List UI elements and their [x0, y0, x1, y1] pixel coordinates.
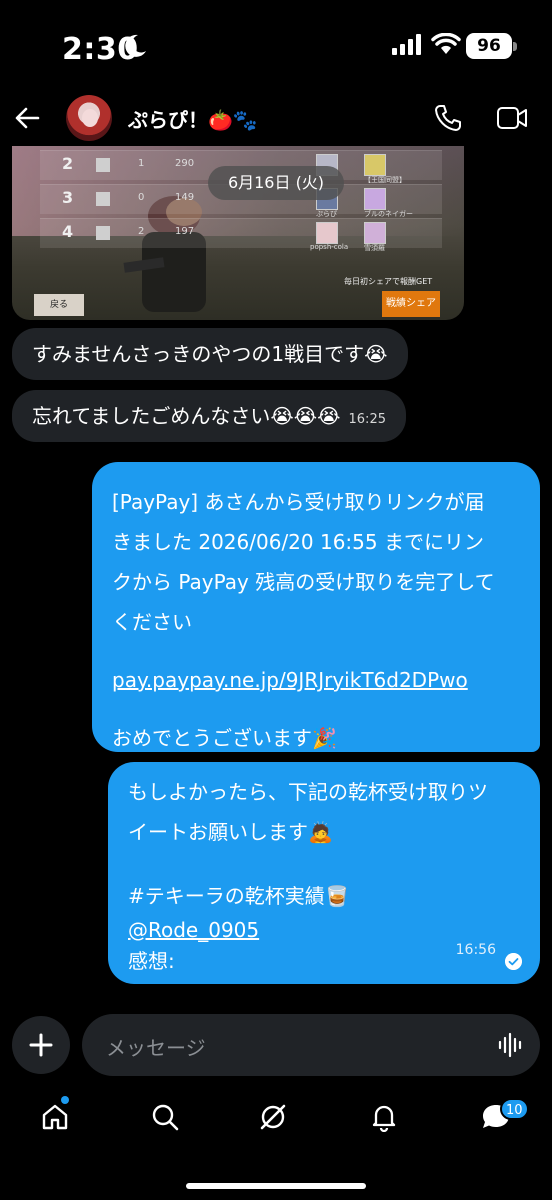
message-timestamp: 16:56	[455, 942, 496, 958]
paypay-link[interactable]: pay.paypay.ne.jp/9JRJryikT6d2DPwo	[112, 668, 468, 692]
home-indicator[interactable]	[186, 1183, 366, 1189]
incoming-message[interactable]: すみませんさっきのやつの1戦目です😭	[12, 328, 408, 380]
bottom-navigation: 10	[0, 1090, 552, 1154]
moon-icon	[125, 34, 146, 57]
grok-icon[interactable]	[258, 1102, 288, 1132]
search-icon[interactable]	[150, 1102, 180, 1132]
battery-indicator: 96	[466, 33, 518, 59]
notifications-bell-icon[interactable]	[369, 1102, 399, 1132]
avatar[interactable]	[66, 95, 112, 141]
message-text: 忘れてましたごめんなさい😭😭😭	[32, 404, 341, 428]
back-arrow-icon[interactable]	[12, 102, 44, 134]
conversation-header: ぷらぴ！🍅🐾	[0, 90, 552, 146]
message-input[interactable]: メッセージ	[82, 1014, 540, 1076]
message-input-placeholder: メッセージ	[106, 1036, 206, 1060]
add-attachment-button[interactable]	[12, 1016, 70, 1074]
mention-link[interactable]: @Rode_0905	[128, 918, 259, 942]
plus-icon	[29, 1033, 53, 1057]
video-call-icon[interactable]	[496, 104, 528, 132]
hashtag-link[interactable]: #テキーラの乾杯実績🥃	[128, 884, 350, 908]
messages-unread-badge: 10	[500, 1098, 529, 1120]
message-timestamp: 16:25	[348, 412, 386, 427]
incoming-message[interactable]: 忘れてましたごめんなさい😭😭😭 16:25	[12, 390, 406, 442]
chat-thread[interactable]: 2 1 290 【王国同盟】 3 0 149 ぷらぴ ブルのネイガー 4 2 1…	[0, 146, 552, 1006]
wifi-icon	[431, 33, 461, 54]
message-line: [PayPay] あさんから受け取りリンクが届	[112, 490, 485, 514]
read-check-icon	[505, 953, 522, 970]
cellular-signal-icon	[392, 34, 421, 55]
outgoing-message[interactable]: もしよかったら、下記の乾杯受け取りツ イートお願いします🙇 #テキーラの乾杯実績…	[108, 762, 540, 984]
battery-nub	[513, 42, 517, 51]
game-back-button: 戻る	[34, 294, 84, 316]
message-composer-bar: メッセージ	[0, 1010, 552, 1080]
home-notification-dot	[61, 1096, 69, 1104]
status-bar: 2:30 96	[0, 0, 552, 90]
message-text: すみませんさっきのやつの1戦目です😭	[32, 342, 388, 366]
conversation-name[interactable]: ぷらぴ！🍅🐾	[128, 104, 258, 133]
message-line: クから PayPay 残高の受け取りを完了して	[112, 570, 495, 594]
message-line: きました 2026/06/20 16:55 までにリン	[112, 530, 484, 554]
message-line: イートお願いします🙇	[128, 820, 333, 844]
message-line: もしよかったら、下記の乾杯受け取りツ	[128, 780, 488, 804]
home-icon[interactable]	[40, 1102, 70, 1132]
message-line: おめでとうございます🎉	[112, 726, 337, 750]
result-row: 4 2 197 popsh-cola 雪須羅	[40, 218, 442, 252]
battery-level: 96	[466, 33, 512, 59]
phone-call-icon[interactable]	[432, 102, 464, 134]
date-divider: 6月16日 (火)	[208, 166, 344, 200]
outgoing-message[interactable]: [PayPay] あさんから受け取りリンクが届 きました 2026/06/20 …	[92, 462, 540, 752]
daily-share-text: 毎日初シェアで報酬GET	[344, 277, 433, 286]
message-line: ください	[112, 610, 192, 634]
voice-message-icon[interactable]	[498, 1032, 524, 1058]
game-share-button: 戦績シェア	[382, 291, 440, 317]
